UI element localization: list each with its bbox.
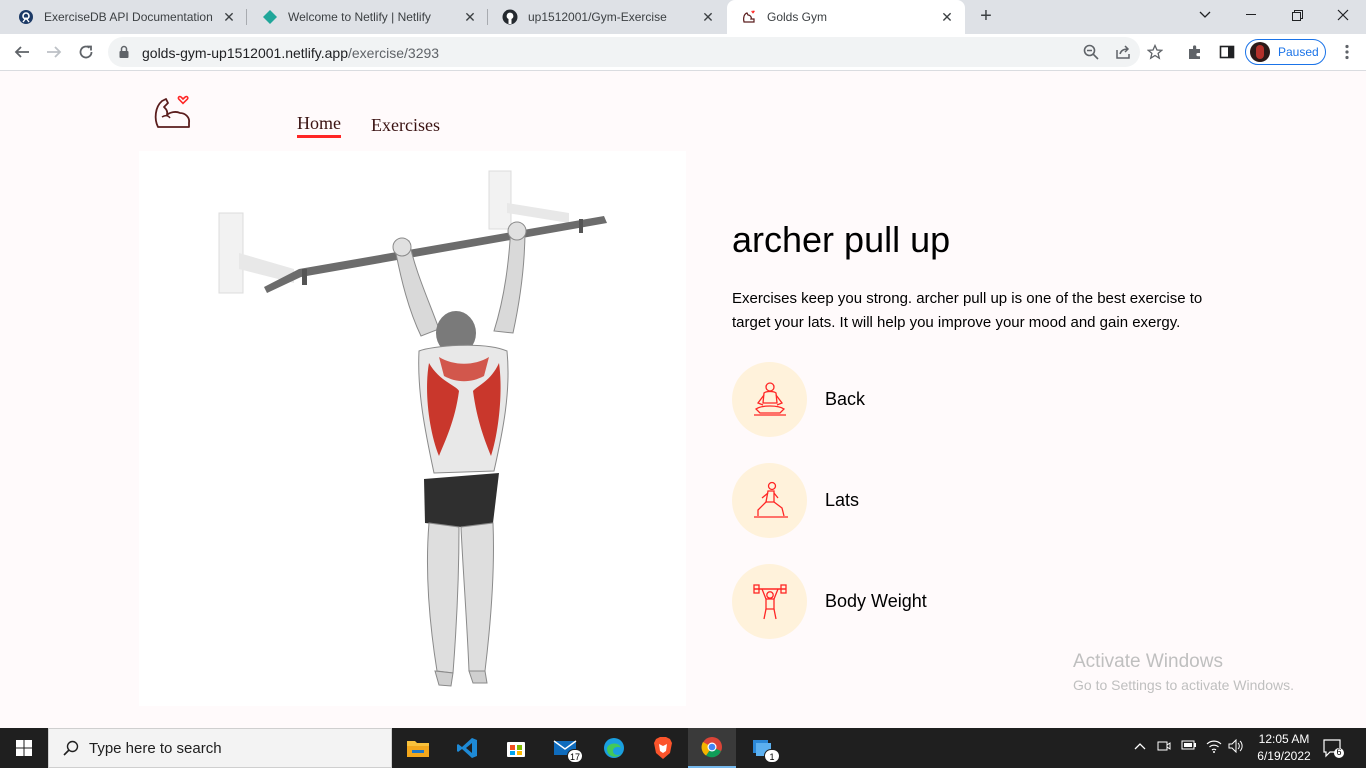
url-host: golds-gym-up1512001.netlify.app [142, 45, 348, 61]
file-explorer-icon[interactable] [394, 728, 442, 768]
windows-taskbar: Type here to search 17 1 12:05 AM 6/19/2… [0, 728, 1366, 768]
clock-time: 12:05 AM [1258, 732, 1310, 746]
profile-status: Paused [1278, 45, 1319, 59]
tab-title: up1512001/Gym-Exercise [528, 10, 667, 24]
side-panel-icon[interactable] [1218, 43, 1236, 61]
exercise-gif [139, 151, 686, 706]
detail-label: Body Weight [825, 590, 927, 611]
chrome-icon[interactable] [688, 728, 736, 768]
site-logo[interactable] [152, 93, 194, 133]
nav-link-home[interactable]: Home [297, 113, 341, 138]
detail-label: Back [825, 388, 866, 409]
avatar [1250, 42, 1270, 62]
zoom-icon[interactable] [1082, 43, 1100, 61]
close-icon[interactable]: ✕ [462, 9, 478, 25]
meet-now-icon[interactable] [1157, 739, 1171, 756]
forward-arrow-icon [47, 46, 62, 58]
watermark-title: Activate Windows [1073, 651, 1223, 672]
app-badge: 1 [764, 749, 780, 763]
browser-toolbar: golds-gym-up1512001.netlify.app/exercise… [0, 34, 1366, 71]
activate-windows-watermark: Activate Windows Go to Settings to activ… [1073, 651, 1294, 693]
windows-logo-icon [16, 740, 32, 756]
reload-icon [79, 45, 93, 59]
address-bar[interactable]: golds-gym-up1512001.netlify.app/exercise… [108, 37, 1140, 67]
url-path: /exercise/3293 [348, 45, 440, 61]
reload-button[interactable] [72, 38, 100, 66]
system-clock[interactable]: 12:05 AM 6/19/2022 [1250, 731, 1318, 765]
exercise-description: Exercises keep you strong. archer pull u… [732, 290, 1203, 331]
back-arrow-icon [14, 46, 29, 58]
golds-gym-logo-icon [741, 9, 757, 25]
vscode-icon[interactable] [443, 728, 491, 768]
edge-icon[interactable] [590, 728, 638, 768]
share-icon[interactable] [1114, 43, 1132, 61]
taskbar-app-icon[interactable]: 1 [738, 728, 786, 768]
close-icon[interactable]: ✕ [939, 9, 955, 25]
tray-chevron-icon[interactable] [1134, 739, 1146, 753]
volume-icon[interactable] [1228, 738, 1244, 756]
body-part-icon [732, 361, 807, 437]
notification-count: 6 [1336, 747, 1342, 757]
browser-tab-strip: ExerciseDB API Documentation ( ✕ Welcome… [0, 0, 1366, 34]
restore-button[interactable] [1274, 0, 1320, 30]
close-icon[interactable]: ✕ [221, 9, 237, 25]
page-content: Home Exercises archer pull up Exercises … [0, 71, 1366, 728]
minimize-button[interactable] [1228, 0, 1274, 30]
exercise-name: archer pull up [732, 219, 951, 260]
notification-center-icon[interactable]: 6 [1322, 737, 1344, 759]
github-icon [502, 9, 518, 25]
mail-badge: 17 [566, 749, 583, 763]
tab-search-icon[interactable] [1182, 0, 1228, 30]
tab-netlify[interactable]: Welcome to Netlify | Netlify ✕ [248, 0, 488, 34]
detail-target: Lats [732, 462, 1032, 538]
start-button[interactable] [0, 728, 48, 768]
wifi-icon[interactable] [1206, 739, 1222, 756]
new-tab-button[interactable]: + [974, 5, 998, 29]
tab-title: Welcome to Netlify | Netlify [288, 10, 431, 24]
watermark-subtitle: Go to Settings to activate Windows. [1073, 677, 1294, 693]
detail-label: Lats [825, 489, 860, 510]
tab-github[interactable]: up1512001/Gym-Exercise ✕ [488, 0, 726, 34]
rapidapi-icon [18, 9, 34, 25]
detail-body-part: Back [732, 361, 1032, 437]
nav-link-exercises[interactable]: Exercises [371, 115, 440, 136]
search-icon [63, 740, 79, 756]
microsoft-store-icon[interactable] [492, 728, 540, 768]
equipment-icon [732, 563, 807, 639]
netlify-icon [262, 9, 278, 25]
bookmark-star-icon[interactable] [1146, 43, 1164, 61]
search-placeholder: Type here to search [89, 739, 222, 757]
more-menu-icon[interactable] [1338, 43, 1356, 61]
forward-button[interactable] [40, 38, 68, 66]
tab-title: ExerciseDB API Documentation ( [44, 10, 215, 24]
taskbar-search[interactable]: Type here to search [48, 728, 392, 768]
mail-icon[interactable]: 17 [541, 728, 589, 768]
tab-title: Golds Gym [767, 10, 828, 24]
lock-icon[interactable] [118, 45, 130, 64]
battery-icon[interactable] [1181, 739, 1197, 754]
tab-exercisedb[interactable]: ExerciseDB API Documentation ( ✕ [4, 0, 247, 34]
tab-golds-gym[interactable]: Golds Gym ✕ [727, 0, 965, 34]
target-muscle-icon [732, 462, 807, 538]
close-window-button[interactable] [1320, 0, 1366, 30]
close-icon[interactable]: ✕ [700, 9, 716, 25]
clock-date: 6/19/2022 [1257, 749, 1311, 763]
url-text: golds-gym-up1512001.netlify.app/exercise… [142, 45, 439, 61]
extensions-icon[interactable] [1186, 43, 1204, 61]
profile-button[interactable]: Paused [1245, 39, 1326, 65]
brave-icon[interactable] [639, 728, 687, 768]
detail-equipment: Body Weight [732, 563, 1032, 639]
back-button[interactable] [8, 38, 36, 66]
